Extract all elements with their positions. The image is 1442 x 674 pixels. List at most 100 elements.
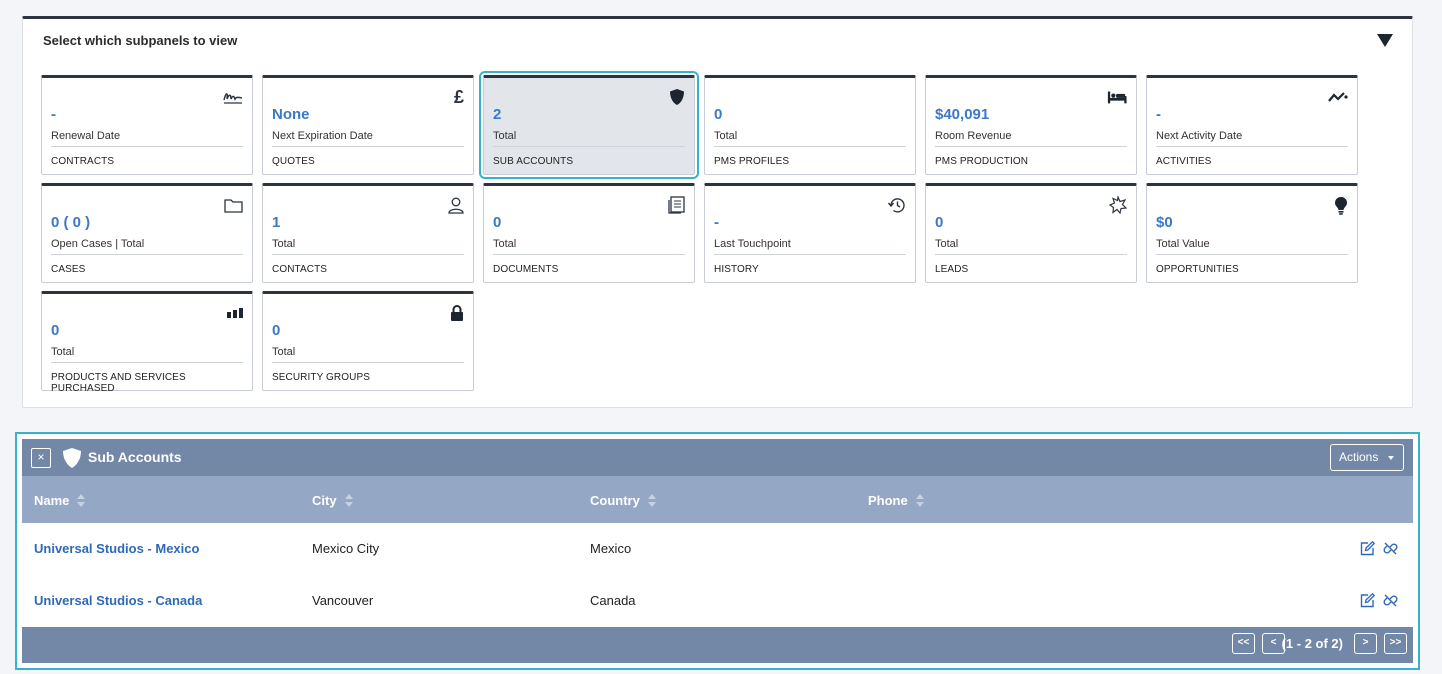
column-header-phone[interactable]: Phone xyxy=(868,491,924,510)
tile-documents[interactable]: 0 Total DOCUMENTS xyxy=(483,183,695,283)
tile-divider xyxy=(272,254,464,255)
next-page-button[interactable]: > xyxy=(1354,633,1377,654)
column-header-country[interactable]: Country xyxy=(590,491,656,510)
history-icon xyxy=(886,196,906,214)
tile-divider xyxy=(51,146,243,147)
shield-icon xyxy=(62,447,82,474)
sub-accounts-panel: × Sub Accounts Actions Name City Country xyxy=(15,432,1420,670)
table-row: Universal Studios - Mexico Mexico City M… xyxy=(22,523,1413,575)
column-header-city[interactable]: City xyxy=(312,491,353,510)
tile-divider xyxy=(714,146,906,147)
tile-label: PMS PROFILES xyxy=(714,156,790,167)
actions-label: Actions xyxy=(1339,450,1379,464)
tile-label: LEADS xyxy=(935,264,969,275)
tile-subtext: Total xyxy=(272,346,296,358)
tile-divider xyxy=(493,254,685,255)
tile-opportunities[interactable]: $0 Total Value OPPORTUNITIES xyxy=(1146,183,1358,283)
tile-divider xyxy=(935,146,1127,147)
sort-icon xyxy=(647,494,656,510)
account-name-link[interactable]: Universal Studios - Canada xyxy=(34,593,202,608)
tile-divider xyxy=(51,362,243,363)
tile-label: QUOTES xyxy=(272,156,315,167)
document-icon xyxy=(665,196,685,214)
star-burst-icon xyxy=(1107,196,1127,214)
edit-icon[interactable] xyxy=(1360,540,1376,556)
tile-value: None xyxy=(272,106,310,123)
subpanel-tiles: - Renewal Date CONTRACTS £ None Next Exp… xyxy=(41,71,1371,394)
tile-divider xyxy=(935,254,1127,255)
bar-chart-icon xyxy=(223,304,243,322)
activity-icon xyxy=(1328,88,1348,106)
tile-value: - xyxy=(1156,106,1161,123)
tile-subtext: Total xyxy=(714,130,738,142)
tile-label: PRODUCTS AND SERVICES PURCHASED xyxy=(51,372,186,394)
unlink-icon[interactable] xyxy=(1383,593,1398,608)
tile-divider xyxy=(272,146,464,147)
first-page-button[interactable]: << xyxy=(1232,633,1255,654)
tile-sub-accounts[interactable]: 2 Total SUB ACCOUNTS xyxy=(479,71,699,179)
sort-icon xyxy=(344,494,353,510)
tile-cases[interactable]: 0 ( 0 ) Open Cases | Total CASES xyxy=(41,183,253,283)
edit-icon[interactable] xyxy=(1360,592,1376,608)
tile-value: - xyxy=(714,214,719,231)
tile-label: SUB ACCOUNTS xyxy=(493,156,574,167)
tile-pms-profiles[interactable]: 0 Total PMS PROFILES xyxy=(704,75,916,175)
tile-label: SECURITY GROUPS xyxy=(272,372,370,383)
tile-divider xyxy=(493,146,685,147)
lightbulb-icon xyxy=(1328,196,1348,215)
close-panel-button[interactable]: × xyxy=(31,448,51,468)
tile-history[interactable]: - Last Touchpoint HISTORY xyxy=(704,183,916,283)
unlink-icon[interactable] xyxy=(1383,541,1398,556)
city-cell: Vancouver xyxy=(312,593,374,608)
tile-label: HISTORY xyxy=(714,264,759,275)
tile-label: DOCUMENTS xyxy=(493,264,559,275)
column-header-name[interactable]: Name xyxy=(34,491,86,510)
tile-quotes[interactable]: £ None Next Expiration Date QUOTES xyxy=(262,75,474,175)
tile-divider xyxy=(272,362,464,363)
tile-value: $0 xyxy=(1156,214,1173,231)
tile-value: 0 xyxy=(272,322,281,339)
tile-label: PMS PRODUCTION xyxy=(935,156,1029,167)
tile-value: 1 xyxy=(272,214,281,231)
tile-products-services[interactable]: 0 Total PRODUCTS AND SERVICES PURCHASED xyxy=(41,291,253,394)
country-cell: Mexico xyxy=(590,541,632,556)
tile-subtext: Total xyxy=(272,238,296,250)
shield-icon xyxy=(665,88,685,106)
column-header-label: Phone xyxy=(868,493,908,508)
tile-label: CONTRACTS xyxy=(51,156,115,167)
tile-contracts[interactable]: - Renewal Date CONTRACTS xyxy=(41,75,253,175)
tile-divider xyxy=(51,254,243,255)
tile-label: CONTACTS xyxy=(272,264,328,275)
actions-button[interactable]: Actions xyxy=(1330,444,1404,471)
tile-label: CASES xyxy=(51,264,86,275)
user-icon xyxy=(444,196,464,214)
panel-header: × Sub Accounts Actions xyxy=(22,439,1413,476)
tile-label: ACTIVITIES xyxy=(1156,156,1212,167)
last-page-button[interactable]: >> xyxy=(1384,633,1407,654)
folder-icon xyxy=(223,196,243,214)
tile-leads[interactable]: 0 Total LEADS xyxy=(925,183,1137,283)
tile-subtext: Total xyxy=(935,238,959,250)
bed-icon xyxy=(1107,88,1127,106)
tile-pms-production[interactable]: $40,091 Room Revenue PMS PRODUCTION xyxy=(925,75,1137,175)
tile-label: OPPORTUNITIES xyxy=(1156,264,1239,275)
tile-value: 0 ( 0 ) xyxy=(51,214,91,231)
tile-activities[interactable]: - Next Activity Date ACTIVITIES xyxy=(1146,75,1358,175)
tile-divider xyxy=(1156,254,1348,255)
account-name-link[interactable]: Universal Studios - Mexico xyxy=(34,541,199,556)
caret-down-icon xyxy=(1388,456,1394,460)
tile-value: $40,091 xyxy=(935,106,990,123)
selector-title: Select which subpanels to view xyxy=(43,33,238,48)
table-row: Universal Studios - Canada Vancouver Can… xyxy=(22,575,1413,627)
triangle-down-icon[interactable] xyxy=(1377,34,1393,48)
tile-value: 0 xyxy=(51,322,60,339)
tile-security-groups[interactable]: 0 Total SECURITY GROUPS xyxy=(262,291,474,391)
tile-divider xyxy=(1156,146,1348,147)
tile-subtext: Total xyxy=(493,238,517,250)
tile-subtext: Next Expiration Date xyxy=(272,130,373,142)
row-actions xyxy=(1360,592,1398,608)
column-header-row: Name City Country Phone xyxy=(22,476,1413,523)
tile-value: 2 xyxy=(493,106,502,123)
sort-icon xyxy=(77,494,86,510)
tile-contacts[interactable]: 1 Total CONTACTS xyxy=(262,183,474,283)
